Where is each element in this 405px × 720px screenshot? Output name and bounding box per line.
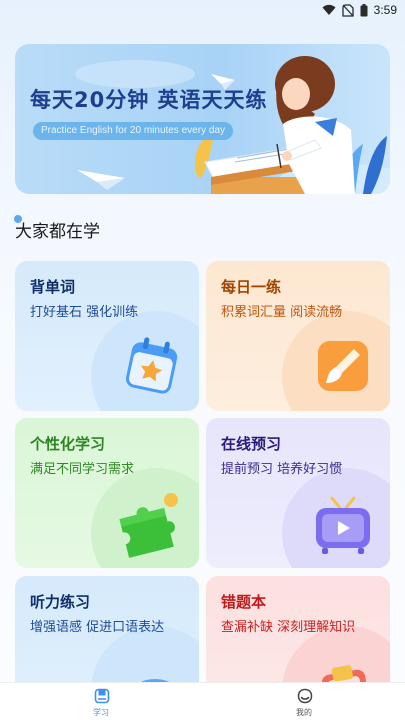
study-icon — [94, 688, 110, 704]
card-subtitle: 满足不同学习需求 — [30, 462, 135, 477]
video-play-icon — [316, 496, 370, 554]
banner[interactable]: 每天20分钟 英语天天练 Practice English for 20 min… — [15, 44, 390, 194]
profile-icon — [297, 688, 313, 704]
card-subtitle: 打好基石 强化训练 — [30, 305, 139, 320]
card-title: 在线预习 — [221, 435, 282, 453]
wifi-icon — [322, 4, 336, 15]
banner-illustration — [75, 56, 390, 194]
tab-study-label: 学习 — [93, 708, 109, 717]
status-bar: 3:59 — [0, 0, 405, 20]
brush-icon — [318, 341, 368, 391]
card-title: 每日一练 — [221, 278, 282, 296]
tab-study[interactable]: 学习 — [0, 683, 202, 720]
card-subtitle: 提前预习 培养好习惯 — [221, 462, 343, 477]
section-title: 大家都在学 — [15, 222, 100, 242]
banner-subtitle: Practice English for 20 minutes every da… — [33, 122, 233, 140]
card-subtitle: 查漏补缺 深刻理解知识 — [221, 620, 356, 635]
no-sim-icon — [341, 3, 354, 17]
status-time: 3:59 — [373, 3, 397, 17]
card-title: 听力练习 — [30, 593, 91, 611]
card-subtitle: 增强语感 促进口语表达 — [30, 620, 165, 635]
card-title: 个性化学习 — [30, 435, 106, 453]
card-title: 背单词 — [30, 278, 76, 296]
puzzle-icon — [119, 493, 178, 558]
battery-icon — [360, 3, 368, 16]
card-personalized-learning[interactable]: 个性化学习 满足不同学习需求 — [15, 418, 199, 568]
paper-plane-icon — [77, 170, 125, 190]
tab-mine[interactable]: 我的 — [203, 683, 405, 720]
card-vocabulary[interactable]: 背单词 打好基石 强化训练 — [15, 261, 199, 411]
card-title: 错题本 — [221, 593, 267, 611]
bottom-tab-bar: 学习 我的 — [0, 682, 405, 720]
card-daily-practice[interactable]: 每日一练 积累词汇量 阅读流畅 — [206, 261, 390, 411]
card-online-preview[interactable]: 在线预习 提前预习 培养好习惯 — [206, 418, 390, 568]
card-subtitle: 积累词汇量 阅读流畅 — [221, 305, 343, 320]
calendar-star-icon — [125, 337, 178, 394]
status-icons: 3:59 — [322, 3, 397, 17]
banner-title: 每天20分钟 英语天天练 — [30, 88, 268, 112]
tab-mine-label: 我的 — [296, 708, 312, 717]
